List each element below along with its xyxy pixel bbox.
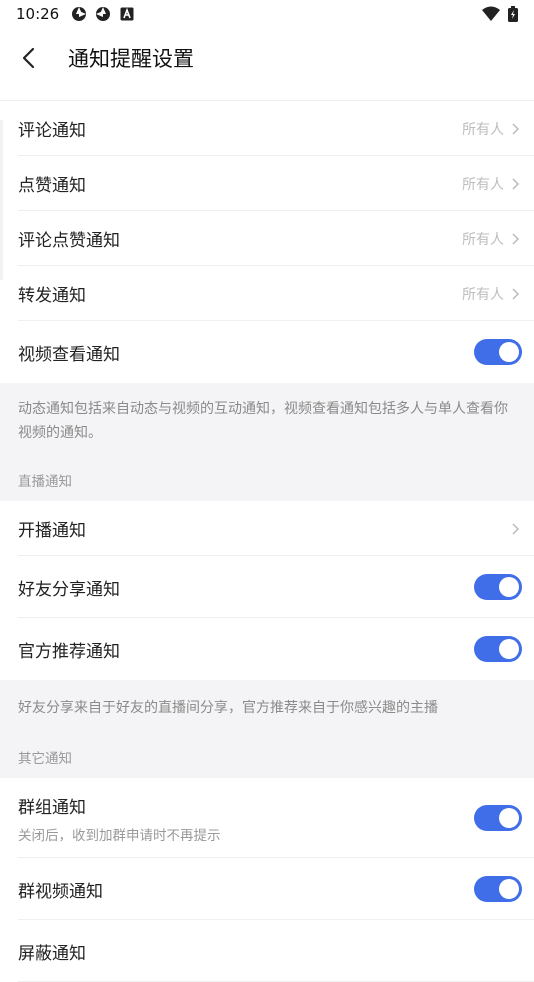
toggle-knob <box>499 808 519 828</box>
like-notify-row[interactable]: 点赞通知 所有人 <box>0 156 534 211</box>
chevron-right-icon <box>512 287 520 300</box>
live-start-notify-row[interactable]: 开播通知 <box>0 501 534 556</box>
group-video-toggle[interactable] <box>474 876 522 902</box>
chevron-right-icon <box>512 122 520 135</box>
a-box-icon <box>120 7 134 21</box>
section-header-live: 直播通知 <box>0 459 534 501</box>
page-title: 通知提醒设置 <box>68 47 194 71</box>
official-recommend-notify-row: 官方推荐通知 <box>0 618 534 680</box>
chevron-right-icon <box>512 232 520 245</box>
back-chevron-icon[interactable] <box>18 46 42 70</box>
settings-list: 评论通知 所有人 点赞通知 所有人 评论点赞通知 所有人 转发通知 所有人 视频… <box>0 101 534 982</box>
live-note: 好友分享来自于好友的直播间分享，官方推荐来自于你感兴趣的主播 <box>0 680 534 736</box>
battery-icon <box>508 6 518 22</box>
chevron-right-icon <box>512 522 520 535</box>
video-view-toggle[interactable] <box>474 339 522 365</box>
aperture-icon <box>72 7 87 21</box>
row-label: 评论通知 <box>18 121 86 141</box>
wifi-icon <box>482 6 500 21</box>
toggle-knob <box>499 639 519 659</box>
row-label: 屏蔽通知 <box>18 943 86 964</box>
dynamic-note: 动态通知包括来自动态与视频的互动通知，视频查看通知包括多人与单人查看你视频的通知… <box>0 383 534 459</box>
forward-notify-row[interactable]: 转发通知 所有人 <box>0 266 534 321</box>
status-bar: 10:26 <box>0 0 534 28</box>
toggle-knob <box>499 577 519 597</box>
row-label: 群视频通知 <box>18 881 103 902</box>
row-subtitle: 关闭后，收到加群申请时不再提示 <box>18 827 221 844</box>
row-value: 所有人 <box>462 231 504 248</box>
friend-share-toggle[interactable] <box>474 574 522 600</box>
status-time: 10:26 <box>16 5 60 23</box>
row-label: 点赞通知 <box>18 176 86 196</box>
row-label: 群组通知 <box>18 797 86 818</box>
group-video-notify-row: 群视频通知 <box>0 858 534 920</box>
comment-like-notify-row[interactable]: 评论点赞通知 所有人 <box>0 211 534 266</box>
official-recommend-toggle[interactable] <box>474 636 522 662</box>
toggle-knob <box>499 879 519 899</box>
header-bar: 通知提醒设置 <box>0 28 534 88</box>
group-notify-toggle[interactable] <box>474 805 522 831</box>
row-value: 所有人 <box>462 176 504 193</box>
row-label: 开播通知 <box>18 521 86 541</box>
row-label: 官方推荐通知 <box>18 641 120 662</box>
group-notify-row: 群组通知 关闭后，收到加群申请时不再提示 <box>0 778 534 858</box>
friend-share-notify-row: 好友分享通知 <box>0 556 534 618</box>
block-notify-row[interactable]: 屏蔽通知 <box>0 920 534 982</box>
toggle-knob <box>499 342 519 362</box>
row-label: 转发通知 <box>18 286 86 306</box>
row-value: 所有人 <box>462 286 504 303</box>
comment-notify-row[interactable]: 评论通知 所有人 <box>0 101 534 156</box>
video-view-notify-row: 视频查看通知 <box>0 321 534 383</box>
aperture-icon <box>96 7 111 21</box>
row-label: 好友分享通知 <box>18 579 120 600</box>
row-label: 视频查看通知 <box>18 344 120 365</box>
row-label: 评论点赞通知 <box>18 231 120 251</box>
chevron-right-icon <box>512 177 520 190</box>
section-header-other: 其它通知 <box>0 736 534 778</box>
row-value: 所有人 <box>462 121 504 138</box>
